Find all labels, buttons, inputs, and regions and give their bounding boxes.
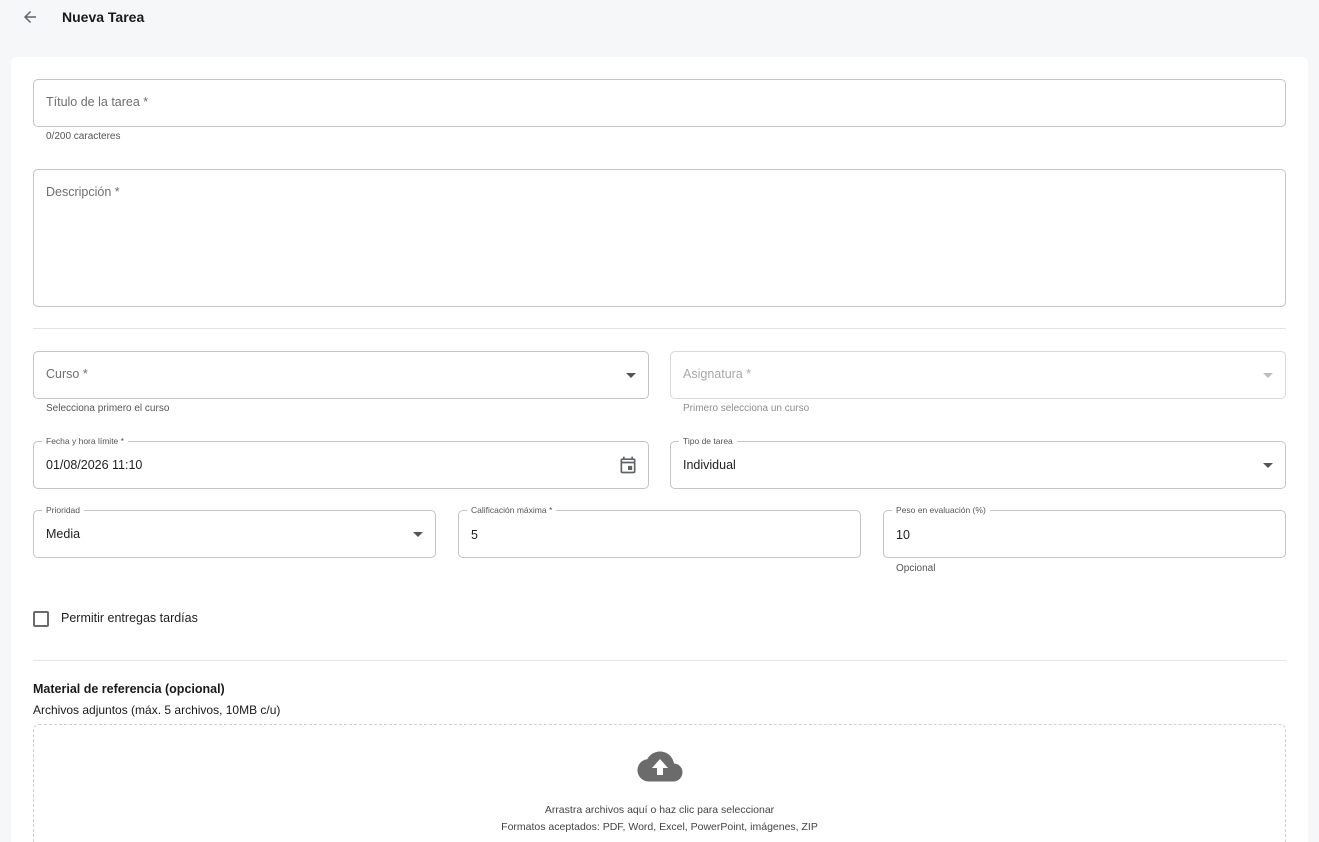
drop-instructions: Arrastra archivos aquí o haz clic para s…	[544, 804, 775, 816]
back-button[interactable]	[18, 5, 42, 29]
arrow-left-icon	[24, 11, 36, 23]
course-helper: Selecciona primero el curso	[46, 403, 170, 414]
priority-value: Media	[46, 527, 81, 541]
chevron-down-icon	[1263, 463, 1273, 468]
max-grade-value: 5	[471, 528, 478, 542]
chevron-down-icon	[1263, 373, 1273, 378]
max-grade-label: Calificación máxima *	[467, 504, 557, 516]
task-type-select[interactable]: Tipo de tarea Individual	[670, 435, 1286, 489]
max-grade-input[interactable]: Calificación máxima * 5	[458, 504, 861, 558]
task-type-value: Individual	[683, 458, 736, 472]
task-form-card: Título de la tarea * 0/200 caracteres De…	[11, 57, 1308, 842]
title-char-counter: 0/200 caracteres	[46, 131, 121, 142]
top-bar: Nueva Tarea	[0, 0, 1319, 36]
course-placeholder: Curso *	[46, 367, 88, 381]
attachments-subtitle: Archivos adjuntos (máx. 5 archivos, 10MB…	[33, 703, 281, 717]
late-submissions-label[interactable]: Permitir entregas tardías	[61, 611, 198, 625]
weight-input[interactable]: Peso en evaluación (%) 10	[883, 504, 1286, 558]
subject-helper: Primero selecciona un curso	[683, 403, 810, 414]
late-submissions-checkbox[interactable]	[33, 611, 49, 627]
description-textarea[interactable]: Descripción *	[33, 169, 1286, 307]
description-placeholder: Descripción *	[46, 185, 120, 199]
due-date-input[interactable]: Fecha y hora límite * 01/08/2026 11:10	[33, 435, 649, 489]
weight-helper: Opcional	[896, 563, 936, 574]
page-title: Nueva Tarea	[62, 9, 145, 25]
calendar-icon[interactable]	[618, 455, 638, 475]
subject-select[interactable]: Asignatura *	[670, 351, 1286, 399]
reference-material-title: Material de referencia (opcional)	[33, 682, 225, 696]
due-date-value: 01/08/2026 11:10	[46, 458, 143, 472]
weight-value: 10	[896, 528, 910, 542]
subject-placeholder: Asignatura *	[683, 367, 752, 381]
cloud-upload-icon	[637, 751, 683, 782]
due-date-label: Fecha y hora límite *	[42, 435, 128, 447]
weight-label: Peso en evaluación (%)	[892, 504, 990, 516]
priority-select[interactable]: Prioridad Media	[33, 504, 436, 558]
chevron-down-icon	[626, 373, 636, 378]
chevron-down-icon	[413, 532, 423, 537]
task-title-input[interactable]: Título de la tarea *	[33, 79, 1286, 127]
task-type-label: Tipo de tarea	[679, 435, 737, 447]
priority-label: Prioridad	[42, 504, 85, 516]
divider	[33, 328, 1286, 329]
accepted-formats: Formatos aceptados: PDF, Word, Excel, Po…	[501, 821, 818, 833]
file-dropzone[interactable]: Arrastra archivos aquí o haz clic para s…	[33, 724, 1286, 842]
course-select[interactable]: Curso *	[33, 351, 649, 399]
task-title-placeholder: Título de la tarea *	[46, 95, 149, 109]
divider	[33, 660, 1286, 661]
